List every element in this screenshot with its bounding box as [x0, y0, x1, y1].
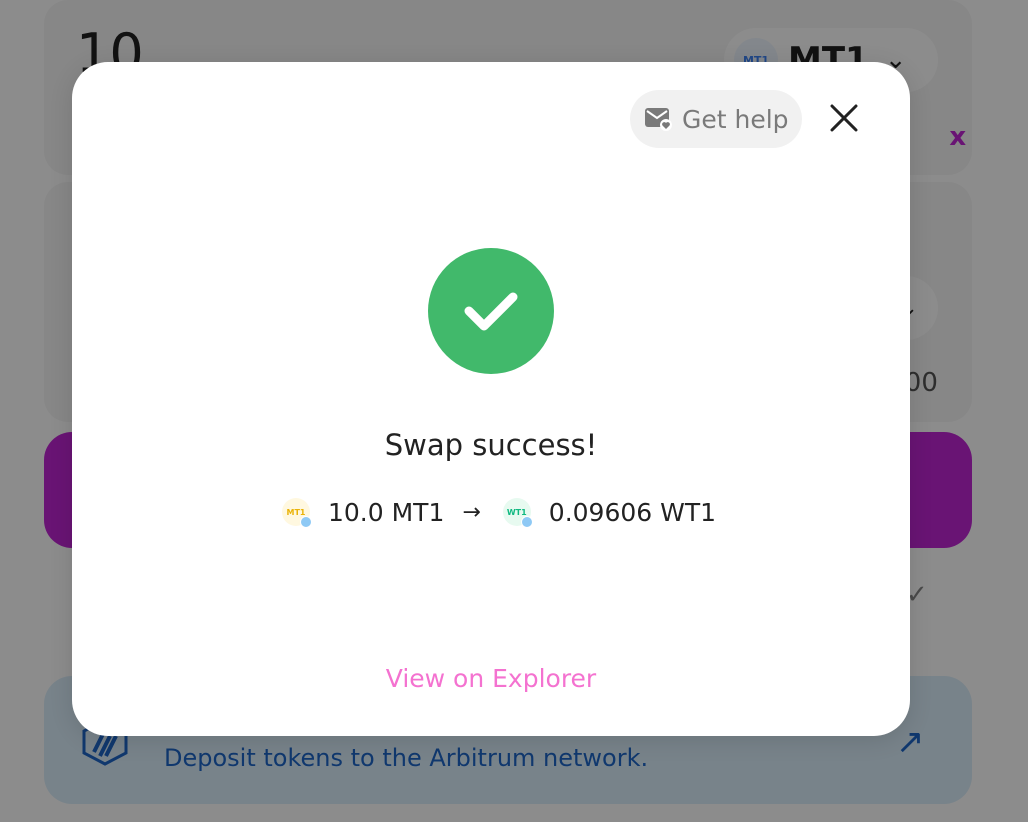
network-badge-icon: [300, 516, 312, 528]
swap-success-modal: Get help Swap success! MT1 10.0 MT1 → WT…: [72, 62, 910, 736]
arrow-right-icon: →: [462, 499, 481, 525]
wt1-token-logo-text: WT1: [506, 507, 527, 517]
check-icon: [464, 292, 518, 331]
wt1-token-icon: WT1: [502, 498, 533, 528]
mt1-token-icon: MT1: [282, 498, 312, 528]
close-button[interactable]: [824, 98, 864, 138]
from-amount: 10.0 MT1: [328, 497, 445, 527]
to-amount: 0.09606 WT1: [548, 497, 717, 527]
success-badge: [428, 248, 554, 374]
mail-heart-icon: [645, 108, 672, 131]
get-help-label: Get help: [682, 104, 789, 134]
success-title: Swap success!: [384, 428, 598, 462]
get-help-button[interactable]: Get help: [630, 90, 802, 148]
mt1-token-logo-text: MT1: [286, 507, 306, 517]
network-badge-icon: [520, 516, 533, 528]
close-icon: [830, 104, 858, 132]
view-on-explorer-link[interactable]: View on Explorer: [72, 664, 910, 693]
swap-summary: MT1 10.0 MT1 → WT1 0.09606 WT1: [282, 494, 716, 530]
